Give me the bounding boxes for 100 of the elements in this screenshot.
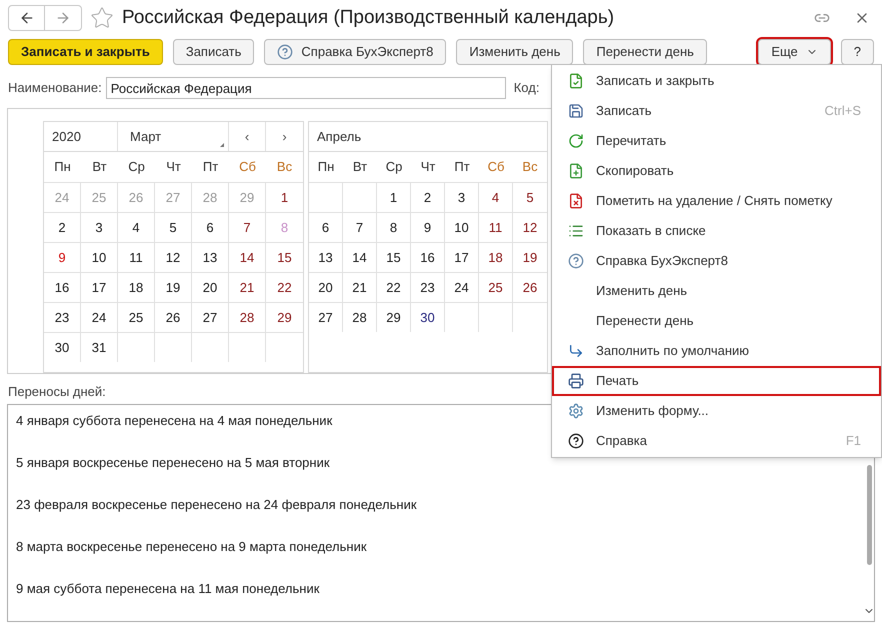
calendar-day[interactable]: 24: [92, 308, 106, 328]
calendar-day[interactable]: 30: [420, 308, 435, 328]
calendar-day[interactable]: 22: [386, 278, 401, 298]
more-button[interactable]: Еще: [758, 39, 831, 65]
help-icon: [568, 433, 584, 449]
calendar-day[interactable]: 31: [92, 338, 106, 358]
calendar-day[interactable]: 28: [240, 308, 254, 328]
calendar-day[interactable]: 13: [202, 248, 218, 268]
calendar-day[interactable]: 18: [488, 248, 503, 268]
calendar-day[interactable]: 29: [277, 308, 292, 328]
calendar-day[interactable]: 18: [128, 278, 144, 298]
calendar-day[interactable]: 16: [54, 278, 70, 298]
menu-item[interactable]: Пометить на удаление / Снять пометку: [552, 186, 881, 216]
transfer-row[interactable]: 8 марта воскресенье перенесено на 9 марта понедельник: [16, 536, 864, 578]
calendar-day[interactable]: 5: [169, 218, 177, 238]
calendar-day[interactable]: 12: [166, 248, 180, 268]
calendar-day[interactable]: 17: [454, 248, 469, 268]
calendar-day[interactable]: 15: [386, 248, 401, 268]
menu-item[interactable]: Изменить день: [552, 276, 881, 306]
toolbar-button[interactable]: Справка БухЭксперт8: [264, 39, 446, 65]
toolbar-button[interactable]: Изменить день: [456, 39, 574, 65]
calendar-day[interactable]: 23: [54, 308, 70, 328]
menu-item[interactable]: Заполнить по умолчанию: [552, 336, 881, 366]
forward-arrow-icon: [55, 10, 71, 26]
calendar-day[interactable]: 3: [95, 218, 103, 238]
previous-month-button[interactable]: ‹: [229, 122, 266, 151]
calendar-day[interactable]: 14: [352, 248, 367, 268]
calendar-day[interactable]: 3: [458, 188, 466, 208]
calendar-day[interactable]: 20: [318, 278, 333, 298]
calendar-day[interactable]: 10: [92, 248, 106, 268]
calendar-day[interactable]: 28: [352, 308, 367, 328]
calendar-day[interactable]: 27: [202, 308, 218, 328]
calendar-day[interactable]: 10: [454, 218, 469, 238]
calendar-day[interactable]: 16: [420, 248, 435, 268]
calendar-day[interactable]: 21: [240, 278, 254, 298]
calendar-day[interactable]: 2: [58, 218, 66, 238]
calendar-day[interactable]: 9: [58, 248, 66, 268]
document-check-icon: [568, 73, 584, 89]
menu-item-label: Перечитать: [596, 132, 668, 150]
refresh-icon: [568, 133, 584, 149]
menu-item[interactable]: Записать и закрыть: [552, 66, 881, 96]
calendar-day[interactable]: 24: [454, 278, 469, 298]
toolbar-button[interactable]: Записать и закрыть: [8, 39, 163, 65]
weekday-header: Вс: [276, 158, 294, 176]
menu-item-label: Печать: [596, 372, 640, 390]
calendar-day[interactable]: 8: [390, 218, 398, 238]
calendar-day[interactable]: 4: [492, 188, 500, 208]
menu-item[interactable]: Скопировать: [552, 156, 881, 186]
weekday-header: Ср: [384, 158, 404, 176]
menu-item[interactable]: Записать Ctrl+S: [552, 96, 881, 126]
month-dropdown[interactable]: Март: [118, 122, 229, 151]
toolbar-button[interactable]: Записать: [172, 39, 254, 65]
calendar-day[interactable]: 13: [318, 248, 333, 268]
menu-item[interactable]: Справка БухЭксперт8: [552, 246, 881, 276]
weekday-header: Пт: [202, 158, 220, 176]
calendar-day[interactable]: 25: [488, 278, 503, 298]
transfer-row[interactable]: 23 февраля воскресенье перенесено на 24 февраля понедельник: [16, 494, 864, 536]
calendar-day[interactable]: 6: [206, 218, 214, 238]
toolbar-button[interactable]: ?: [840, 39, 874, 65]
calendar-day[interactable]: 1: [280, 188, 288, 208]
next-month-button[interactable]: ›: [266, 122, 303, 151]
calendar-day[interactable]: 12: [522, 218, 538, 238]
calendar-day[interactable]: 7: [356, 218, 364, 238]
calendar-day[interactable]: 15: [277, 248, 292, 268]
menu-item[interactable]: Перенести день: [552, 306, 881, 336]
name-field[interactable]: Российская Федерация: [106, 77, 506, 99]
calendar-day[interactable]: 2: [424, 188, 432, 208]
year-field[interactable]: 2020: [44, 122, 118, 151]
calendar-day[interactable]: 7: [243, 218, 251, 238]
menu-item[interactable]: Показать в списке: [552, 216, 881, 246]
menu-item[interactable]: Перечитать: [552, 126, 881, 156]
calendar-day[interactable]: 4: [132, 218, 140, 238]
calendar-day[interactable]: 20: [202, 278, 218, 298]
star-icon[interactable]: [90, 6, 114, 30]
calendar-day[interactable]: 21: [352, 278, 367, 298]
calendar-day[interactable]: 27: [318, 308, 333, 328]
month-title: Апрель: [317, 128, 362, 146]
calendar-day[interactable]: 11: [488, 218, 502, 238]
calendar-day[interactable]: 23: [420, 278, 435, 298]
calendar-day[interactable]: 29: [386, 308, 401, 328]
calendar-day[interactable]: 26: [522, 278, 538, 298]
gear-icon: [568, 403, 584, 419]
menu-item[interactable]: Изменить форму...: [552, 396, 881, 426]
calendar-day[interactable]: 6: [322, 218, 330, 238]
calendar-day[interactable]: 25: [128, 308, 144, 328]
calendar-day[interactable]: 1: [390, 188, 398, 208]
calendar-day[interactable]: 17: [92, 278, 106, 298]
calendar-day[interactable]: 14: [240, 248, 254, 268]
calendar-day[interactable]: 19: [166, 278, 180, 298]
calendar-day[interactable]: 19: [522, 248, 538, 268]
calendar-day[interactable]: 30: [54, 338, 70, 358]
calendar-day[interactable]: 26: [166, 308, 180, 328]
transfer-row[interactable]: 9 мая суббота перенесена на 11 мая понедельник: [16, 578, 864, 620]
calendar-day[interactable]: 9: [424, 218, 432, 238]
toolbar-button[interactable]: Перенести день: [583, 39, 707, 65]
menu-item[interactable]: Печать: [552, 366, 881, 396]
weekday-header: Чт: [420, 158, 436, 176]
calendar-day[interactable]: 5: [526, 188, 534, 208]
calendar-day[interactable]: 22: [277, 278, 292, 298]
calendar-day[interactable]: 11: [129, 248, 143, 268]
